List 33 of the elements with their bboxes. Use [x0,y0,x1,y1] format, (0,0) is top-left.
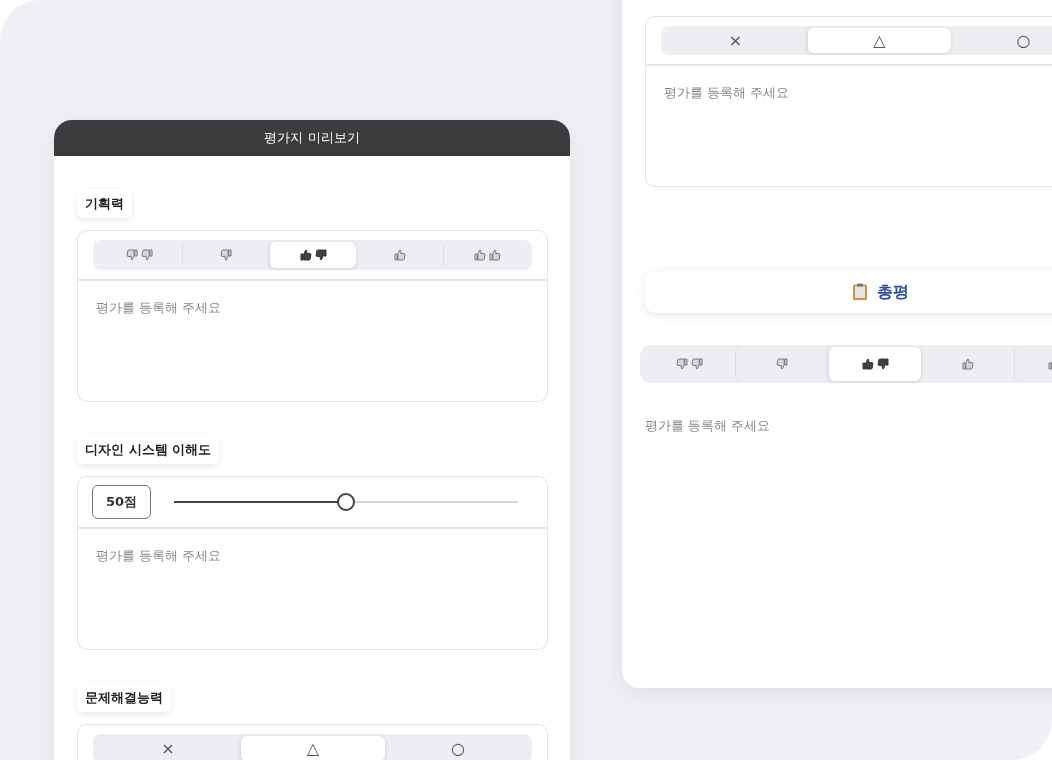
section-label: 디자인 시스템 이해도 [77,436,220,464]
panel-title: 평가지 미리보기 [54,120,570,156]
thumbs-down-icon [125,249,138,261]
thumbs-up-icon [861,358,874,370]
thumbs-down-icon [876,358,889,370]
slider-thumb[interactable] [337,493,356,511]
thumbs-up-icon [962,358,974,370]
score-value: 50점 [92,485,152,519]
rating-option[interactable]: ○ [385,736,530,760]
rating-option[interactable]: △ [240,736,385,760]
thumbs-down-icon [690,358,703,370]
thumbs-up-icon [299,249,312,261]
rating-option[interactable] [269,242,356,268]
thumbs-up-icon [473,249,486,261]
thumbs-up-icon [488,249,501,261]
thumbs-down-icon [675,358,688,370]
thumbs-down-icon [140,249,153,261]
rating-option[interactable] [828,347,921,381]
rating-option[interactable]: △ [807,28,951,53]
thumbs-down-icon [220,249,232,261]
comment-field[interactable]: 평가를 등록해 주세요 [77,280,548,402]
thumbs-up-icon [394,249,406,261]
rating-option[interactable]: × [663,28,807,53]
thumbs-down-icon [776,358,788,370]
clipboard-icon [851,283,869,301]
summary-title: 총평 [877,281,909,303]
comment-field[interactable]: 평가를 등록해 주세요 [645,65,1052,187]
section-label: 문제해결능력 [77,684,171,712]
section-label: 기획력 [77,190,132,218]
rating-option[interactable]: × [95,736,240,760]
comment-field[interactable]: 평가를 등록해 주세요 [77,528,548,650]
thumbs-down-icon [314,249,327,261]
rating-option[interactable]: ○ [951,28,1052,53]
